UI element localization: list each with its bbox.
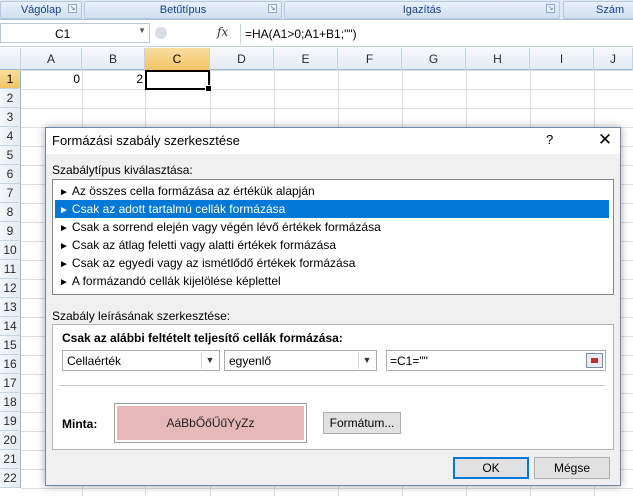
row-header[interactable]: 6	[0, 165, 21, 184]
preview-label: Minta:	[62, 417, 98, 431]
fx-icon[interactable]: fx	[217, 25, 228, 39]
row-header[interactable]: 2	[0, 89, 21, 108]
row-header[interactable]: 21	[0, 450, 21, 469]
cell-b1[interactable]: 2	[85, 70, 143, 89]
formula-bar: C1 ▼ fx =HA(A1>0;A1+B1;"")	[0, 20, 633, 47]
ribbon-group-font: Betűtípus	[84, 1, 282, 19]
dialog-title: Formázási szabály szerkesztése	[52, 133, 240, 148]
name-box-value: C1	[55, 27, 71, 41]
ok-button[interactable]: OK	[453, 457, 529, 479]
field-select-value: Cellaérték	[67, 354, 122, 368]
dialog-launcher-icon[interactable]: ↘	[546, 4, 555, 13]
row-header[interactable]: 22	[0, 469, 21, 488]
column-header[interactable]: J	[594, 48, 633, 70]
arrow-right-icon: ►	[59, 205, 69, 216]
range-collapse-icon[interactable]	[586, 353, 603, 368]
rule-type-label: Szabálytípus kiválasztása:	[52, 163, 193, 177]
column-header[interactable]: I	[530, 48, 594, 70]
row-header[interactable]: 17	[0, 374, 21, 393]
column-header[interactable]: A	[21, 48, 82, 70]
rule-type-item[interactable]: ► Csak az átlag feletti vagy alatti érték…	[55, 236, 609, 254]
chevron-down-icon[interactable]: ▼	[138, 26, 146, 35]
arrow-right-icon: ►	[59, 241, 69, 252]
value-input-text: =C1=""	[390, 354, 428, 368]
dialog-launcher-icon[interactable]: ↘	[68, 4, 77, 13]
row-header[interactable]: 19	[0, 412, 21, 431]
rule-type-list[interactable]: ► Az összes cella formázása az értékük al…	[52, 179, 614, 295]
cancel-button[interactable]: Mégse	[534, 457, 610, 479]
row-header[interactable]: 18	[0, 393, 21, 412]
field-select[interactable]: Cellaérték ▼	[62, 350, 220, 371]
chevron-down-icon[interactable]: ▼	[358, 352, 375, 369]
row-header[interactable]: 16	[0, 355, 21, 374]
column-header[interactable]: B	[82, 48, 145, 70]
column-header[interactable]: F	[338, 48, 402, 70]
ribbon-group-label: Szám	[596, 4, 625, 16]
format-preview: AáBbŐőŰűYyZz	[114, 403, 307, 443]
rule-type-item[interactable]: ► A formázandó cellák kijelölése képlette…	[55, 272, 609, 290]
row-header[interactable]: 15	[0, 336, 21, 355]
close-icon[interactable]: ✕	[591, 129, 619, 151]
select-all-corner[interactable]	[0, 48, 21, 70]
column-header[interactable]: E	[274, 48, 338, 70]
ribbon-group-labels: Vágólap ↘ Betűtípus ↘ Igazítás ↘ Szám	[0, 0, 633, 20]
dialog-titlebar[interactable]: Formázási szabály szerkesztése ? ✕	[46, 128, 620, 154]
row-header[interactable]: 10	[0, 241, 21, 260]
ribbon-group-number: Szám	[563, 1, 633, 19]
fill-handle[interactable]	[205, 85, 212, 92]
row-header[interactable]: 1	[0, 70, 21, 89]
operator-select[interactable]: egyenlő ▼	[224, 350, 377, 371]
chevron-down-icon[interactable]: ▼	[201, 352, 218, 369]
operator-select-value: egyenlő	[229, 354, 272, 368]
ribbon-group-label: Vágólap	[20, 4, 62, 16]
rule-description-panel: Csak az alábbi feltételt teljesítő cellá…	[52, 324, 614, 450]
rule-type-item[interactable]: ► Az összes cella formázása az értékük al…	[55, 182, 609, 200]
ribbon-group-label: Betűtípus	[159, 4, 207, 16]
arrow-right-icon: ►	[59, 223, 69, 234]
preview-sample-text: AáBbŐőŰűYyZz	[117, 406, 304, 440]
rule-type-item[interactable]: ► Csak a sorrend elején vagy végén lévő é…	[55, 218, 609, 236]
dialog-launcher-icon[interactable]: ↘	[268, 4, 277, 13]
value-input[interactable]: =C1=""	[386, 350, 606, 371]
condition-title: Csak az alábbi feltételt teljesítő cellá…	[62, 331, 343, 345]
rule-type-item[interactable]: ► Csak az egyedi vagy az ismétlődő értéke…	[55, 254, 609, 272]
name-box[interactable]: C1 ▼	[0, 23, 150, 43]
ribbon-group-alignment: Igazítás	[284, 1, 560, 19]
row-header[interactable]: 4	[0, 127, 21, 146]
column-header[interactable]: C	[145, 48, 210, 70]
divider	[59, 385, 605, 386]
column-headers: A B C D E F G H I J	[0, 48, 633, 70]
format-button[interactable]: Formátum...	[323, 412, 401, 434]
cell-a1[interactable]: 0	[24, 70, 80, 89]
ribbon-group-label: Igazítás	[402, 4, 442, 16]
arrow-right-icon: ►	[59, 259, 69, 270]
column-header[interactable]: H	[466, 48, 530, 70]
row-header[interactable]: 20	[0, 431, 21, 450]
formula-input[interactable]: =HA(A1>0;A1+B1;"")	[240, 24, 357, 44]
row-header[interactable]: 14	[0, 317, 21, 336]
row-header[interactable]: 7	[0, 184, 21, 203]
rule-type-item-selected[interactable]: ► Csak az adott tartalmú cellák formázása	[55, 200, 609, 218]
column-header[interactable]: D	[210, 48, 274, 70]
description-label: Szabály leírásának szerkesztése:	[52, 309, 231, 323]
row-header[interactable]: 12	[0, 279, 21, 298]
arrow-right-icon: ►	[59, 187, 69, 198]
arrow-right-icon: ►	[59, 277, 69, 288]
row-header[interactable]: 3	[0, 108, 21, 127]
grip-icon	[155, 27, 167, 39]
row-header[interactable]: 13	[0, 298, 21, 317]
row-header[interactable]: 11	[0, 260, 21, 279]
row-header[interactable]: 8	[0, 203, 21, 222]
help-icon[interactable]: ?	[546, 132, 553, 147]
row-header[interactable]: 9	[0, 222, 21, 241]
active-cell-c1[interactable]	[145, 70, 212, 92]
edit-formatting-rule-dialog: Formázási szabály szerkesztése ? ✕ Szabá…	[45, 127, 621, 486]
column-header[interactable]: G	[402, 48, 466, 70]
row-header[interactable]: 5	[0, 146, 21, 165]
